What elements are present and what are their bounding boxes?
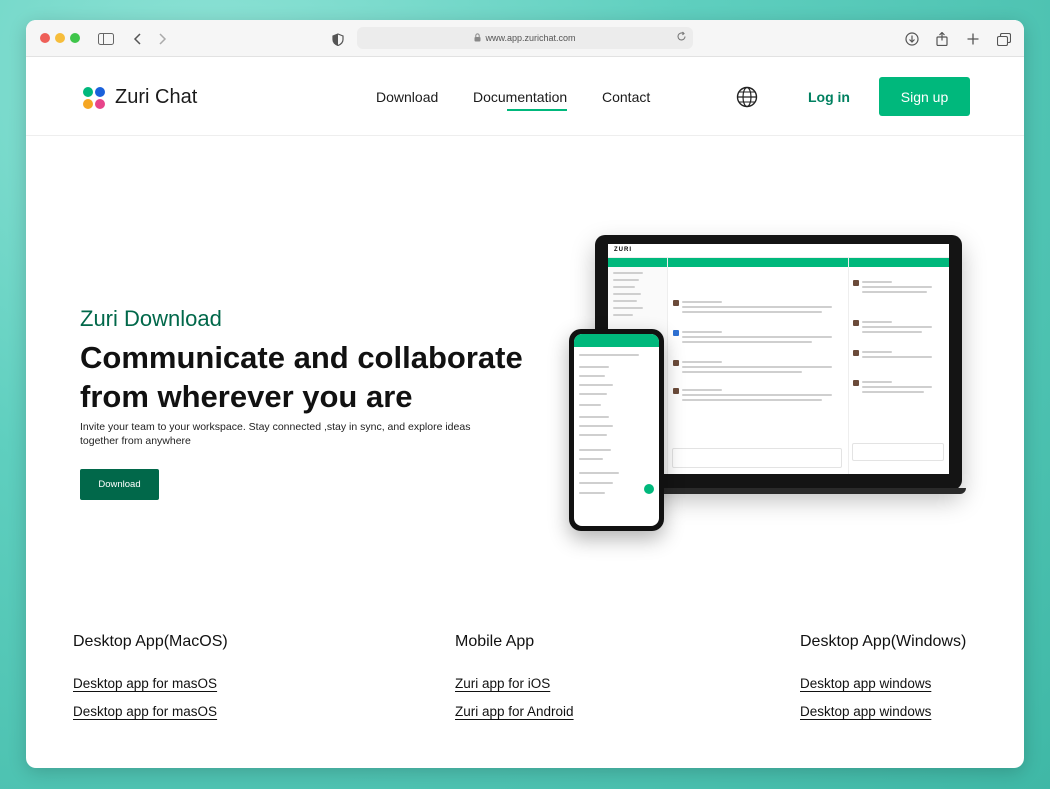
phone-screen [574,334,659,526]
col-title-macos: Desktop App(MacOS) [73,633,228,650]
new-tab-icon[interactable] [963,29,983,49]
mockup-channel [668,258,848,474]
close-window-button[interactable] [40,33,50,43]
nav-documentation[interactable]: Documentation [473,89,568,111]
minimize-window-button[interactable] [55,33,65,43]
signup-button[interactable]: Sign up [879,77,970,116]
share-icon[interactable] [932,29,952,49]
globe-icon[interactable] [736,86,758,108]
phone-fab [644,484,654,494]
maximize-window-button[interactable] [70,33,80,43]
zuri-logo-icon [83,86,105,109]
download-icon[interactable] [902,29,922,49]
link-win-2[interactable]: Desktop app windows [800,704,931,719]
phone-mockup-image [569,329,664,531]
mockup-topbar: ZURI [608,244,949,258]
link-ios[interactable]: Zuri app for iOS [455,676,550,691]
forward-icon[interactable] [152,29,172,49]
nav-contact[interactable]: Contact [602,89,650,105]
hero-title: Communicate and collaborate from whereve… [80,340,523,414]
hero-subtitle: Invite your team to your workspace. Stay… [80,421,471,447]
brand-logo[interactable]: Zuri Chat [83,86,197,109]
address-bar[interactable]: www.app.zurichat.com [357,27,693,49]
sidebar-toggle-icon[interactable] [96,29,116,49]
col-title-mobile: Mobile App [455,633,535,650]
col-title-windows: Desktop App(Windows) [800,633,967,650]
browser-window: www.app.zurichat.com Zuri Chat Download … [26,20,1024,768]
mockup-brand: ZURI [614,247,632,253]
link-android[interactable]: Zuri app for Android [455,704,574,719]
site-header: Zuri Chat Download Documentation Contact… [26,57,1024,136]
lock-icon [474,32,481,44]
link-mac-1[interactable]: Desktop app for masOS [73,676,217,691]
brand-name: Zuri Chat [115,86,198,108]
url-text: www.app.zurichat.com [485,33,576,43]
browser-toolbar: www.app.zurichat.com [26,20,1024,57]
back-icon[interactable] [128,29,148,49]
link-win-1[interactable]: Desktop app windows [800,676,931,691]
tab-overview-icon[interactable] [994,29,1014,49]
mockup-thread [848,258,949,474]
reload-icon[interactable] [676,31,687,44]
link-mac-2[interactable]: Desktop app for masOS [73,704,217,719]
login-link[interactable]: Log in [808,89,850,105]
privacy-shield-icon[interactable] [328,29,348,49]
hero-download-button[interactable]: Download [80,469,159,500]
nav-download[interactable]: Download [376,89,438,105]
hero-kicker: Zuri Download [80,306,222,331]
